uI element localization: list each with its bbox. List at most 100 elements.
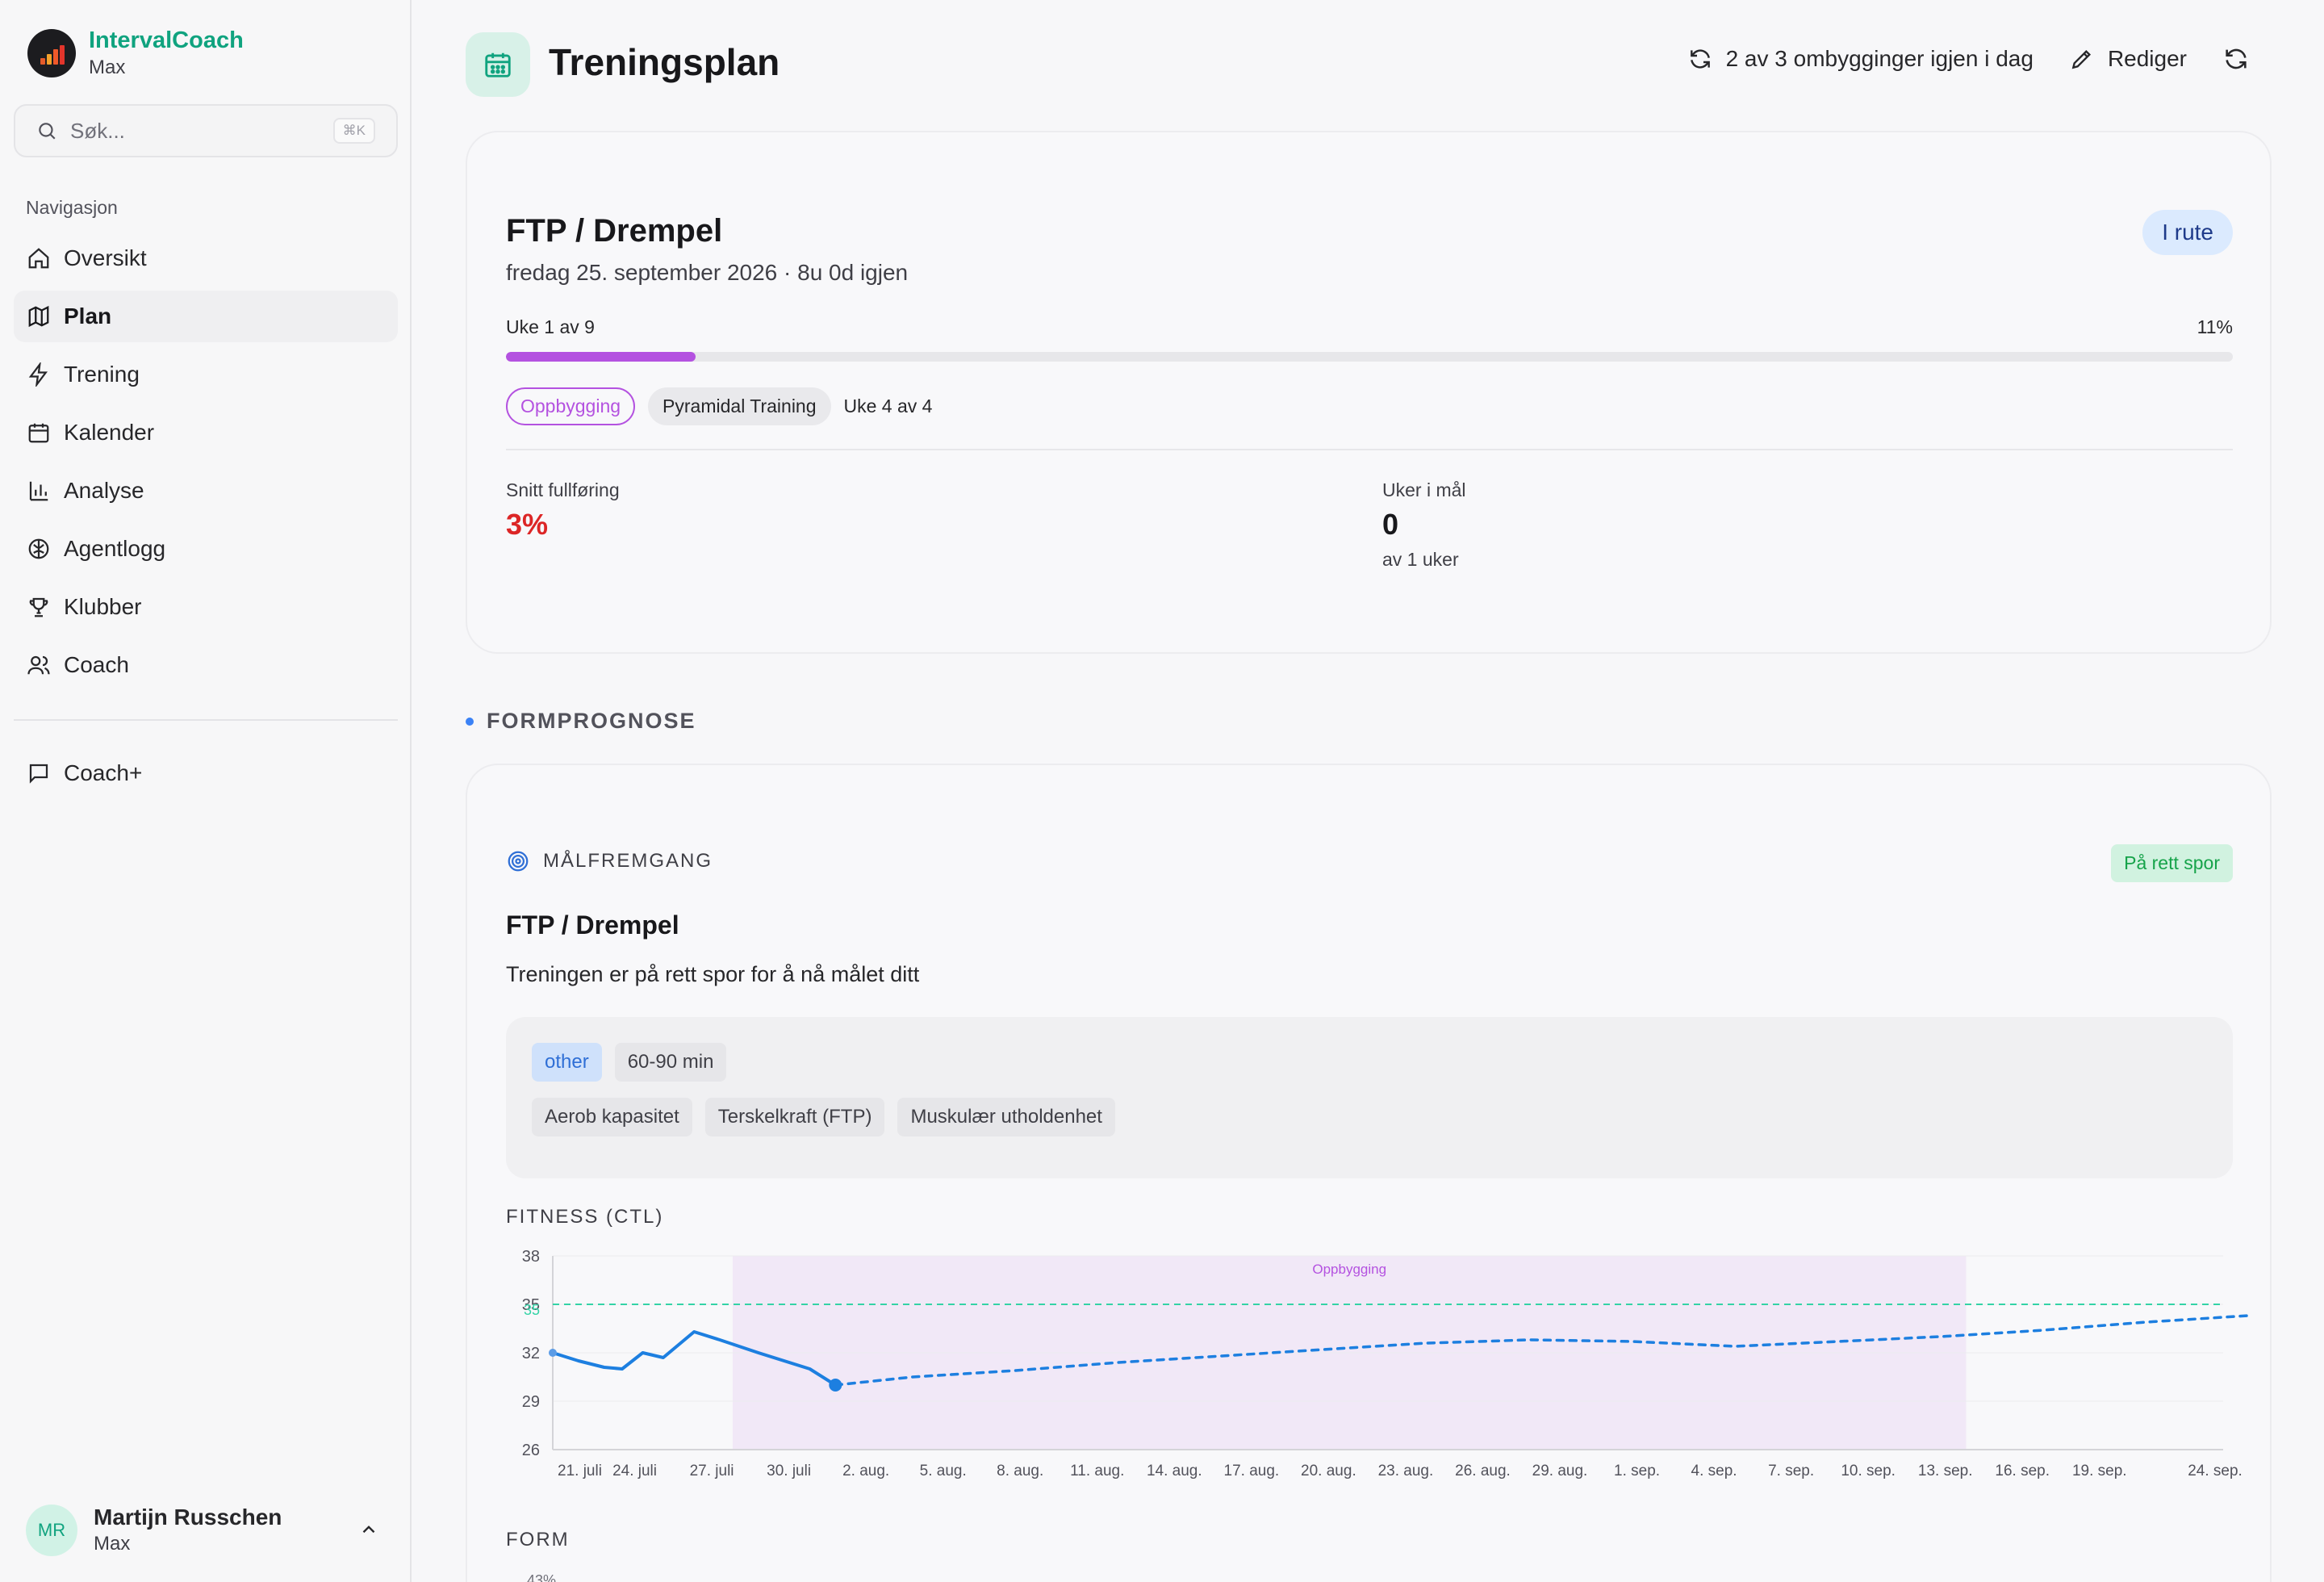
tag-row: Aerob kapasitet Terskelkraft (FTP) Musku… bbox=[532, 1098, 1115, 1136]
progress-bar bbox=[506, 352, 2233, 362]
x-tick-label: 13. sep. bbox=[1918, 1463, 1973, 1479]
focus-chip: Muskulær utholdenhet bbox=[897, 1098, 1115, 1136]
goal-progress-label: MÅLFREMGANG bbox=[543, 850, 713, 872]
refresh-icon bbox=[1690, 49, 1710, 69]
sidebar-item-analyse[interactable]: Analyse bbox=[14, 465, 398, 517]
top-actions: 2 av 3 ombygginger igjen i dag Rediger bbox=[1687, 45, 2250, 73]
map-icon bbox=[28, 305, 49, 328]
sidebar-item-label: Oversikt bbox=[64, 245, 147, 270]
search-icon bbox=[39, 123, 56, 140]
x-tick-label: 14. aug. bbox=[1147, 1463, 1202, 1479]
calendar-icon bbox=[485, 52, 511, 77]
user-name: Martijn Russchen bbox=[94, 1505, 282, 1530]
phase-badge: Oppbygging bbox=[506, 387, 636, 425]
rebuild-button[interactable]: 2 av 3 ombygginger igjen i dag bbox=[1687, 46, 2034, 72]
brand-plan: Max bbox=[89, 56, 126, 78]
goal-progress-heading: MÅLFREMGANG bbox=[506, 849, 713, 873]
stat-sub: av 1 uker bbox=[1382, 549, 1459, 570]
sidebar-item-label: Coach bbox=[64, 652, 129, 677]
chart-title: FITNESS (CTL) bbox=[506, 1206, 664, 1228]
focus-chip: Terskelkraft (FTP) bbox=[704, 1098, 885, 1136]
forecast-description: Treningen er på rett spor for å nå målet… bbox=[506, 962, 920, 986]
tag-row: other 60-90 min bbox=[532, 1043, 727, 1082]
page-title: Treningsplan bbox=[549, 41, 780, 83]
x-tick-label: 19. sep. bbox=[2072, 1463, 2127, 1479]
form-chart-title: FORM bbox=[506, 1529, 570, 1551]
sidebar-item-label: Klubber bbox=[64, 594, 142, 619]
stat-value: 0 bbox=[1382, 508, 1399, 541]
search-input[interactable]: Søk... ⌘K bbox=[14, 104, 398, 157]
users-icon bbox=[27, 655, 50, 675]
sidebar-item-klubber[interactable]: Klubber bbox=[14, 581, 398, 633]
x-tick-label: 10. sep. bbox=[1841, 1463, 1896, 1479]
completion-stat: Snitt fullføring 3% bbox=[506, 476, 620, 546]
sidebar-item-oversikt[interactable]: Oversikt bbox=[14, 232, 398, 284]
goal-tags: other 60-90 min Aerob kapasitet Terskelk… bbox=[506, 1017, 2233, 1178]
sidebar-item-coach[interactable]: Coach bbox=[14, 639, 398, 691]
message-icon bbox=[29, 764, 48, 784]
week-label: Uke 1 av 9 bbox=[506, 316, 595, 337]
sidebar-item-plan[interactable]: Plan bbox=[14, 291, 398, 342]
x-tick-label: 24. sep. bbox=[2188, 1463, 2242, 1479]
y-tick-label: 26 bbox=[522, 1442, 540, 1459]
chevron-up-icon[interactable] bbox=[358, 1519, 379, 1540]
brand-name: IntervalCoach bbox=[89, 27, 244, 53]
main-content: Treningsplan 2 av 3 ombygginger igjen i … bbox=[413, 0, 2324, 1582]
logo-icon bbox=[27, 29, 76, 77]
y-tick-label: 29 bbox=[522, 1393, 540, 1411]
brain-icon bbox=[28, 538, 49, 559]
refresh-icon bbox=[2226, 48, 2247, 69]
x-tick-label: 17. aug. bbox=[1224, 1463, 1280, 1479]
user-plan: Max bbox=[94, 1533, 131, 1555]
nav-list: Oversikt Plan Trening Kalender Analyse A… bbox=[14, 232, 398, 697]
ctl-chart: Oppbygging 38 35 32 29 26 21. juli 24. juli 27. … bbox=[522, 1248, 2251, 1479]
x-tick-label: 7. sep. bbox=[1768, 1463, 1814, 1479]
refresh-button[interactable] bbox=[2222, 45, 2250, 73]
bar-chart-icon bbox=[29, 481, 48, 501]
x-tick-label: 20. aug. bbox=[1301, 1463, 1356, 1479]
section-dot bbox=[466, 717, 474, 726]
sidebar-item-agentlogg[interactable]: Agentlogg bbox=[14, 523, 398, 575]
brand[interactable]: IntervalCoach Max bbox=[27, 26, 244, 81]
block-badge: Pyramidal Training bbox=[648, 387, 831, 425]
x-tick-label: 29. aug. bbox=[1532, 1463, 1588, 1479]
target-label: 35 bbox=[524, 1302, 540, 1318]
form-y-tick: 43% bbox=[527, 1572, 557, 1582]
nav-extra: Coach+ bbox=[14, 747, 398, 806]
block-week: Uke 4 av 4 bbox=[843, 396, 933, 416]
weeks-stat: Uker i mål 0 av 1 uker bbox=[1382, 476, 1466, 573]
sidebar-item-trening[interactable]: Trening bbox=[14, 349, 398, 400]
pencil-icon bbox=[2071, 49, 2091, 69]
sidebar-item-kalender[interactable]: Kalender bbox=[14, 407, 398, 458]
goal-card: FTP / Drempel fredag 25. september 2026 … bbox=[466, 131, 2272, 654]
status-badge: I rute bbox=[2142, 210, 2233, 255]
forecast-card: MÅLFREMGANG På rett spor FTP / Drempel T… bbox=[466, 764, 2272, 1582]
x-tick-label: 23. aug. bbox=[1378, 1463, 1434, 1479]
sidebar-item-label: Trening bbox=[64, 362, 140, 387]
stat-value: 3% bbox=[506, 508, 549, 541]
sport-chip: other bbox=[532, 1043, 602, 1082]
x-tick-label: 16. sep. bbox=[1995, 1463, 2050, 1479]
nav-heading: Navigasjon bbox=[26, 197, 118, 218]
x-tick-label: 4. sep. bbox=[1691, 1463, 1737, 1479]
search-placeholder: Søk... bbox=[70, 118, 125, 143]
search-shortcut: ⌘K bbox=[332, 118, 375, 144]
start-point bbox=[549, 1349, 557, 1357]
page-icon bbox=[466, 32, 530, 97]
bolt-icon bbox=[28, 362, 48, 387]
duration-chip: 60-90 min bbox=[614, 1043, 727, 1082]
on-track-badge: På rett spor bbox=[2111, 844, 2233, 882]
sidebar-item-label: Analyse bbox=[64, 478, 144, 503]
y-tick-label: 32 bbox=[522, 1345, 540, 1362]
user-menu[interactable]: MR Martijn Russchen Max bbox=[26, 1501, 389, 1559]
goal-title: FTP / Drempel bbox=[506, 213, 723, 249]
home-icon bbox=[28, 248, 49, 269]
section-heading: FORMPROGNOSE bbox=[466, 709, 696, 734]
x-tick-label: 1. sep. bbox=[1614, 1463, 1660, 1479]
x-tick-label: 26. aug. bbox=[1455, 1463, 1511, 1479]
edit-button[interactable]: Rediger bbox=[2069, 46, 2187, 72]
target-icon bbox=[508, 851, 529, 872]
section-title: FORMPROGNOSE bbox=[487, 709, 696, 733]
phase-tags: Oppbygging Pyramidal Training Uke 4 av 4 bbox=[506, 387, 932, 425]
sidebar-item-coach-plus[interactable]: Coach+ bbox=[14, 747, 398, 799]
